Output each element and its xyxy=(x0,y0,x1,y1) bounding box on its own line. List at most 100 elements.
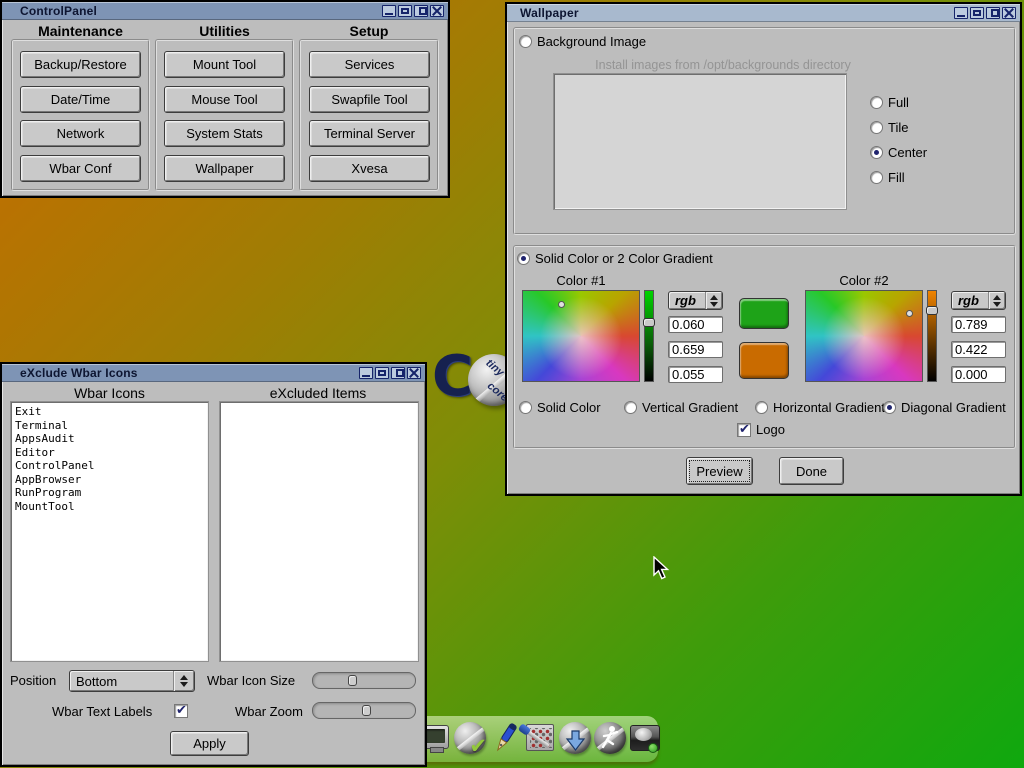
color2-hue-marker[interactable] xyxy=(906,310,913,317)
list-item[interactable]: Editor xyxy=(15,446,204,460)
list-item[interactable]: ControlPanel xyxy=(15,459,204,473)
list-item[interactable]: AppBrowser xyxy=(15,473,204,487)
background-image-list[interactable] xyxy=(553,73,847,210)
color2-mode-value: rgb xyxy=(952,293,988,308)
wbar-zoom-label: Wbar Zoom xyxy=(235,704,303,719)
wbar-icon-size-slider[interactable] xyxy=(312,672,416,689)
logo-label: Logo xyxy=(756,422,785,437)
wbar-icons-header: Wbar Icons xyxy=(10,385,209,401)
color2-mode-choice[interactable]: rgb xyxy=(951,291,1006,310)
mode-full-radio[interactable] xyxy=(870,96,883,109)
wbar-icons-list[interactable]: Exit Terminal AppsAudit Editor ControlPa… xyxy=(10,401,209,662)
wbar-text-labels-checkbox[interactable] xyxy=(174,704,188,718)
column-header-setup: Setup xyxy=(299,23,439,39)
color2-b-field[interactable]: 0.000 xyxy=(951,366,1006,383)
vertical-gradient-radio[interactable] xyxy=(624,401,637,414)
list-item[interactable]: MountTool xyxy=(15,500,204,514)
services-button[interactable]: Services xyxy=(309,51,430,78)
color1-g-field[interactable]: 0.659 xyxy=(668,341,723,358)
exclude-wbar-icons-window: eXclude Wbar Icons Wbar Icons eXcluded I… xyxy=(0,362,427,767)
system-stats-button[interactable]: System Stats xyxy=(164,120,285,147)
tinycore-logo-c: C xyxy=(432,352,473,402)
minimize-button[interactable] xyxy=(359,367,373,379)
excluded-items-header: eXcluded Items xyxy=(218,385,418,401)
mount-tool-button[interactable]: Mount Tool xyxy=(164,51,285,78)
maximize-button[interactable] xyxy=(375,367,389,379)
color2-g-field[interactable]: 0.422 xyxy=(951,341,1006,358)
backup-restore-button[interactable]: Backup/Restore xyxy=(20,51,141,78)
maximize-button[interactable] xyxy=(970,7,984,19)
list-item[interactable]: RunProgram xyxy=(15,486,204,500)
color1-swatch xyxy=(739,298,789,329)
color1-r-field[interactable]: 0.060 xyxy=(668,316,723,333)
color1-hue-marker[interactable] xyxy=(558,301,565,308)
list-item[interactable]: Terminal xyxy=(15,419,204,433)
color2-hue-box[interactable] xyxy=(805,290,923,382)
color2-value-handle[interactable] xyxy=(926,306,938,315)
terminal-server-button[interactable]: Terminal Server xyxy=(309,120,430,147)
wallpaper-window: Wallpaper Background Image Install image… xyxy=(505,2,1022,496)
done-button[interactable]: Done xyxy=(779,457,844,485)
control-panel-icon[interactable] xyxy=(523,719,557,757)
list-item[interactable]: Exit xyxy=(15,405,204,419)
minimize-button[interactable] xyxy=(382,5,396,17)
diagonal-gradient-label: Diagonal Gradient xyxy=(901,400,1006,415)
color1-value-slider[interactable] xyxy=(644,290,654,382)
shade-button[interactable] xyxy=(391,367,405,379)
apps-audit-icon[interactable]: ✔ xyxy=(453,719,487,757)
tinycore-logo: C tiny core xyxy=(430,346,514,416)
app-browser-icon[interactable] xyxy=(558,719,592,757)
position-choice[interactable]: Bottom xyxy=(69,670,195,692)
list-item[interactable]: AppsAudit xyxy=(15,432,204,446)
shade-button[interactable] xyxy=(986,7,1000,19)
control-panel-window: ControlPanel Maintenance Utilities Setup… xyxy=(0,0,450,198)
date-time-button[interactable]: Date/Time xyxy=(20,86,141,113)
shade-button[interactable] xyxy=(414,5,428,17)
network-button[interactable]: Network xyxy=(20,120,141,147)
wbar-dock: ✔ xyxy=(412,716,658,762)
mode-tile-radio[interactable] xyxy=(870,121,883,134)
close-button[interactable] xyxy=(430,5,444,17)
excluded-items-list[interactable] xyxy=(219,401,419,662)
color1-hue-box[interactable] xyxy=(522,290,640,382)
horizontal-gradient-radio[interactable] xyxy=(755,401,768,414)
column-header-utilities: Utilities xyxy=(155,23,294,39)
exclude-titlebar[interactable]: eXclude Wbar Icons xyxy=(2,364,425,382)
xvesa-button[interactable]: Xvesa xyxy=(309,155,430,182)
mode-center-label: Center xyxy=(888,145,927,160)
color2-r-field[interactable]: 0.789 xyxy=(951,316,1006,333)
wbar-conf-button[interactable]: Wbar Conf xyxy=(20,155,141,182)
mouse-cursor xyxy=(653,556,671,582)
wallpaper-titlebar[interactable]: Wallpaper xyxy=(507,4,1020,22)
close-button[interactable] xyxy=(407,367,421,379)
control-panel-titlebar[interactable]: ControlPanel xyxy=(2,2,448,20)
color1-value-handle[interactable] xyxy=(643,318,655,327)
mode-fill-radio[interactable] xyxy=(870,171,883,184)
wbar-icon-size-handle[interactable] xyxy=(348,675,357,686)
diagonal-gradient-radio[interactable] xyxy=(883,401,896,414)
editor-pen-icon[interactable] xyxy=(488,719,522,757)
maximize-button[interactable] xyxy=(398,5,412,17)
color1-b-field[interactable]: 0.055 xyxy=(668,366,723,383)
wallpaper-button[interactable]: Wallpaper xyxy=(164,155,285,182)
color2-value-slider[interactable] xyxy=(927,290,937,382)
column-header-maintenance: Maintenance xyxy=(11,23,150,39)
solid-color-gradient-radio[interactable] xyxy=(517,252,530,265)
wbar-zoom-slider[interactable] xyxy=(312,702,416,719)
minimize-button[interactable] xyxy=(954,7,968,19)
run-program-icon[interactable] xyxy=(593,719,627,757)
swapfile-tool-button[interactable]: Swapfile Tool xyxy=(309,86,430,113)
apply-button[interactable]: Apply xyxy=(170,731,249,756)
solid-color-radio[interactable] xyxy=(519,401,532,414)
preview-button[interactable]: Preview xyxy=(686,457,753,485)
background-image-radio[interactable] xyxy=(519,35,532,48)
mount-tool-icon[interactable] xyxy=(628,719,662,757)
color1-mode-value: rgb xyxy=(669,293,705,308)
wbar-text-labels-label: Wbar Text Labels xyxy=(52,704,152,719)
wbar-zoom-handle[interactable] xyxy=(362,705,371,716)
close-button[interactable] xyxy=(1002,7,1016,19)
logo-checkbox[interactable] xyxy=(737,423,751,437)
mouse-tool-button[interactable]: Mouse Tool xyxy=(164,86,285,113)
color1-mode-choice[interactable]: rgb xyxy=(668,291,723,310)
mode-center-radio[interactable] xyxy=(870,146,883,159)
